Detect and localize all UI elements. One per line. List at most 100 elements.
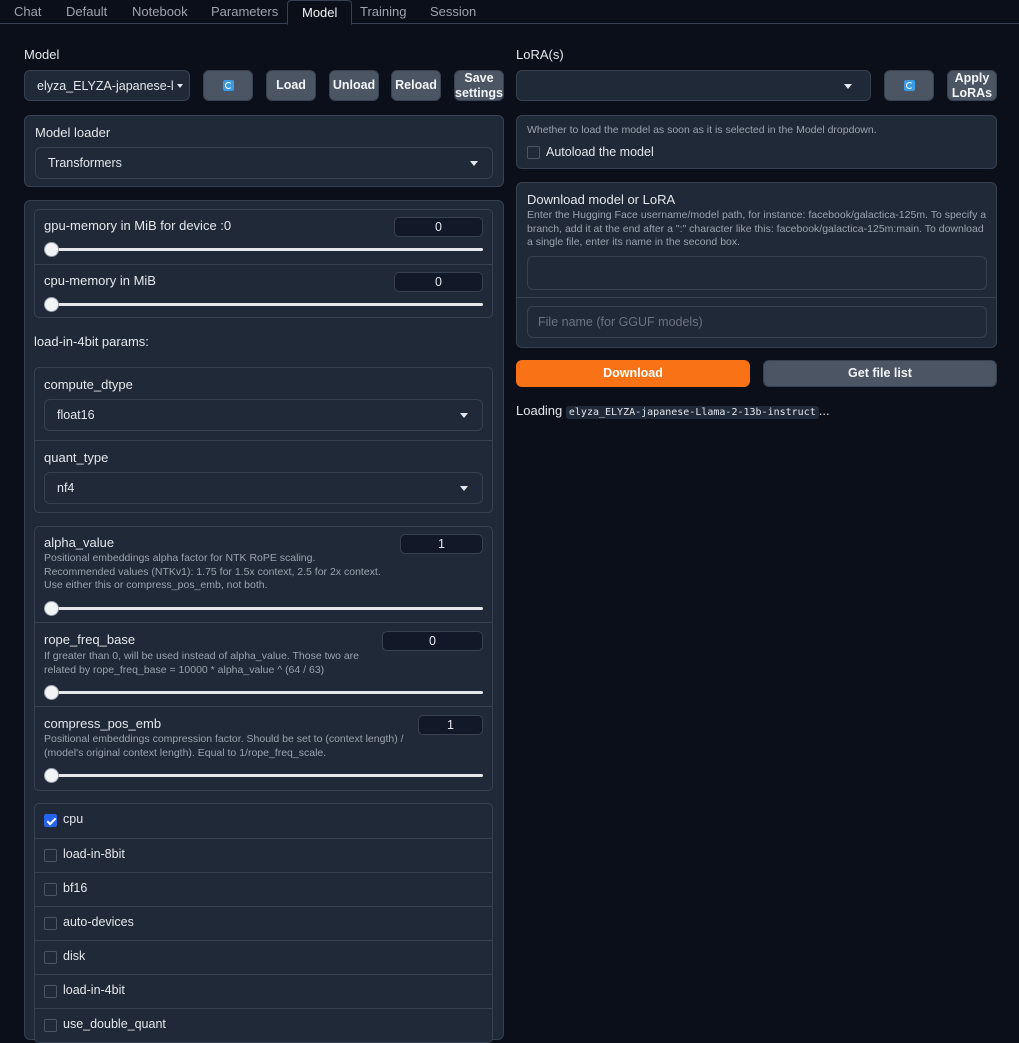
refresh-icon <box>222 80 234 91</box>
tab-training[interactable]: Training <box>346 0 420 24</box>
divider <box>35 706 492 707</box>
bf16-checkbox[interactable] <box>44 883 57 896</box>
autoload-checkbox[interactable] <box>527 146 540 159</box>
chevron-down-icon <box>460 413 468 418</box>
model-path-input[interactable] <box>527 256 987 290</box>
use-double-quant-label: use_double_quant <box>63 1017 166 1031</box>
disk-label: disk <box>63 949 86 963</box>
auto-devices-checkbox[interactable] <box>44 917 57 930</box>
4bit-params-heading: load-in-4bit params: <box>34 334 149 349</box>
model-loader-dropdown[interactable]: Transformers <box>35 147 493 179</box>
quant-type-selected: nf4 <box>57 481 75 495</box>
model-loader-panel: Model loader Transformers <box>24 115 504 187</box>
tab-session[interactable]: Session <box>416 0 490 24</box>
chevron-down-icon <box>460 486 468 491</box>
gpu-memory-slider[interactable] <box>44 242 483 257</box>
alpha-value-slider[interactable] <box>44 601 483 616</box>
compute-dtype-label: compute_dtype <box>44 377 133 392</box>
rope-freq-base-input[interactable]: 0 <box>382 631 483 651</box>
autoload-label: Autoload the model <box>546 145 654 159</box>
load-in-8bit-label: load-in-8bit <box>63 847 125 861</box>
tab-chat[interactable]: Chat <box>0 0 55 24</box>
compress-pos-emb-input[interactable]: 1 <box>418 715 483 735</box>
autoload-description: Whether to load the model as soon as it … <box>527 124 877 136</box>
checkbox-row-use-double-quant[interactable]: use_double_quant <box>35 1008 492 1042</box>
gpu-memory-label: gpu-memory in MiB for device :0 <box>44 218 232 233</box>
save-settings-button[interactable]: Save settings <box>454 70 504 101</box>
load-in-8bit-checkbox[interactable] <box>44 849 57 862</box>
slider-thumb[interactable] <box>44 768 59 783</box>
loading-model-name: elyza_ELYZA-japanese-Llama-2-13b-instruc… <box>565 406 819 419</box>
load-in-4bit-checkbox[interactable] <box>44 985 57 998</box>
cpu-checkbox[interactable] <box>44 814 57 827</box>
apply-loras-line2: LoRAs <box>951 85 993 100</box>
alpha-value-input[interactable]: 1 <box>400 534 483 554</box>
tab-parameters[interactable]: Parameters <box>197 0 292 24</box>
checkbox-row-bf16[interactable]: bf16 <box>35 872 492 906</box>
rope-freq-base-label: rope_freq_base <box>44 632 136 647</box>
checkbox-row-load-in-4bit[interactable]: load-in-4bit <box>35 974 492 1008</box>
slider-track <box>44 774 483 777</box>
slider-thumb[interactable] <box>44 601 59 616</box>
slider-thumb[interactable] <box>44 242 59 257</box>
loading-suffix: ... <box>818 403 830 418</box>
model-loader-selected: Transformers <box>48 156 122 170</box>
unload-button[interactable]: Unload <box>329 70 379 101</box>
divider <box>35 264 492 265</box>
slider-track <box>44 607 483 610</box>
lora-label: LoRA(s) <box>516 47 564 62</box>
refresh-loras-button[interactable] <box>884 70 934 101</box>
slider-thumb[interactable] <box>44 685 59 700</box>
chevron-down-icon <box>844 83 852 89</box>
tab-model[interactable]: Model <box>287 0 353 25</box>
rope-freq-base-slider[interactable] <box>44 685 483 700</box>
apply-loras-button[interactable]: Apply LoRAs <box>947 70 997 101</box>
refresh-icon <box>903 80 915 91</box>
gpu-memory-input[interactable]: 0 <box>394 217 483 237</box>
load-button[interactable]: Load <box>266 70 316 101</box>
load-in-4bit-label: load-in-4bit <box>63 983 125 997</box>
cpu-memory-slider[interactable] <box>44 297 483 312</box>
save-settings-line2: settings <box>455 85 503 100</box>
quant-type-dropdown[interactable]: nf4 <box>44 472 483 504</box>
slider-track <box>44 303 483 306</box>
checkbox-row-disk[interactable]: disk <box>35 940 492 974</box>
divider <box>35 440 492 441</box>
save-settings-line1: Save <box>464 70 494 85</box>
tab-bar: Chat Default Notebook Parameters Model T… <box>0 0 1019 25</box>
compute-dtype-selected: float16 <box>57 408 95 422</box>
checkbox-row-auto-devices[interactable]: auto-devices <box>35 906 492 940</box>
cpu-checkbox-label: cpu <box>63 812 84 826</box>
get-file-list-button[interactable]: Get file list <box>763 360 997 387</box>
tab-notebook[interactable]: Notebook <box>118 0 202 24</box>
loading-status: Loading elyza_ELYZA-japanese-Llama-2-13b… <box>516 403 830 419</box>
download-panel: Download model or LoRA Enter the Hugging… <box>516 182 997 348</box>
quant-type-label: quant_type <box>44 450 109 465</box>
cpu-memory-label: cpu-memory in MiB <box>44 273 156 288</box>
download-button[interactable]: Download <box>516 360 750 387</box>
model-selected: elyza_ELYZA-japanese-l <box>37 78 174 93</box>
model-label: Model <box>24 47 60 62</box>
download-description: Enter the Hugging Face username/model pa… <box>527 209 987 248</box>
compute-dtype-dropdown[interactable]: float16 <box>44 399 483 431</box>
tab-default[interactable]: Default <box>52 0 121 24</box>
refresh-models-button[interactable] <box>203 70 253 101</box>
model-dropdown[interactable]: elyza_ELYZA-japanese-l <box>24 70 190 101</box>
compress-pos-emb-label: compress_pos_emb <box>44 716 162 731</box>
compress-pos-emb-slider[interactable] <box>44 768 483 783</box>
lora-dropdown[interactable] <box>516 70 871 101</box>
cpu-memory-input[interactable]: 0 <box>394 272 483 292</box>
disk-checkbox[interactable] <box>44 951 57 964</box>
chevron-down-icon <box>177 83 183 88</box>
alpha-value-description: Positional embeddings alpha factor for N… <box>44 552 381 591</box>
slider-thumb[interactable] <box>44 297 59 312</box>
reload-button[interactable]: Reload <box>391 70 441 101</box>
model-loader-label: Model loader <box>35 125 111 140</box>
checkbox-row-cpu[interactable]: cpu <box>35 804 492 838</box>
checkbox-row-load-in-8bit[interactable]: load-in-8bit <box>35 838 492 872</box>
use-double-quant-checkbox[interactable] <box>44 1019 57 1032</box>
autoload-panel: Whether to load the model as soon as it … <box>516 115 997 169</box>
file-name-input[interactable]: File name (for GGUF models) <box>527 306 987 338</box>
file-name-placeholder: File name (for GGUF models) <box>538 315 703 329</box>
download-title: Download model or LoRA <box>527 192 676 207</box>
